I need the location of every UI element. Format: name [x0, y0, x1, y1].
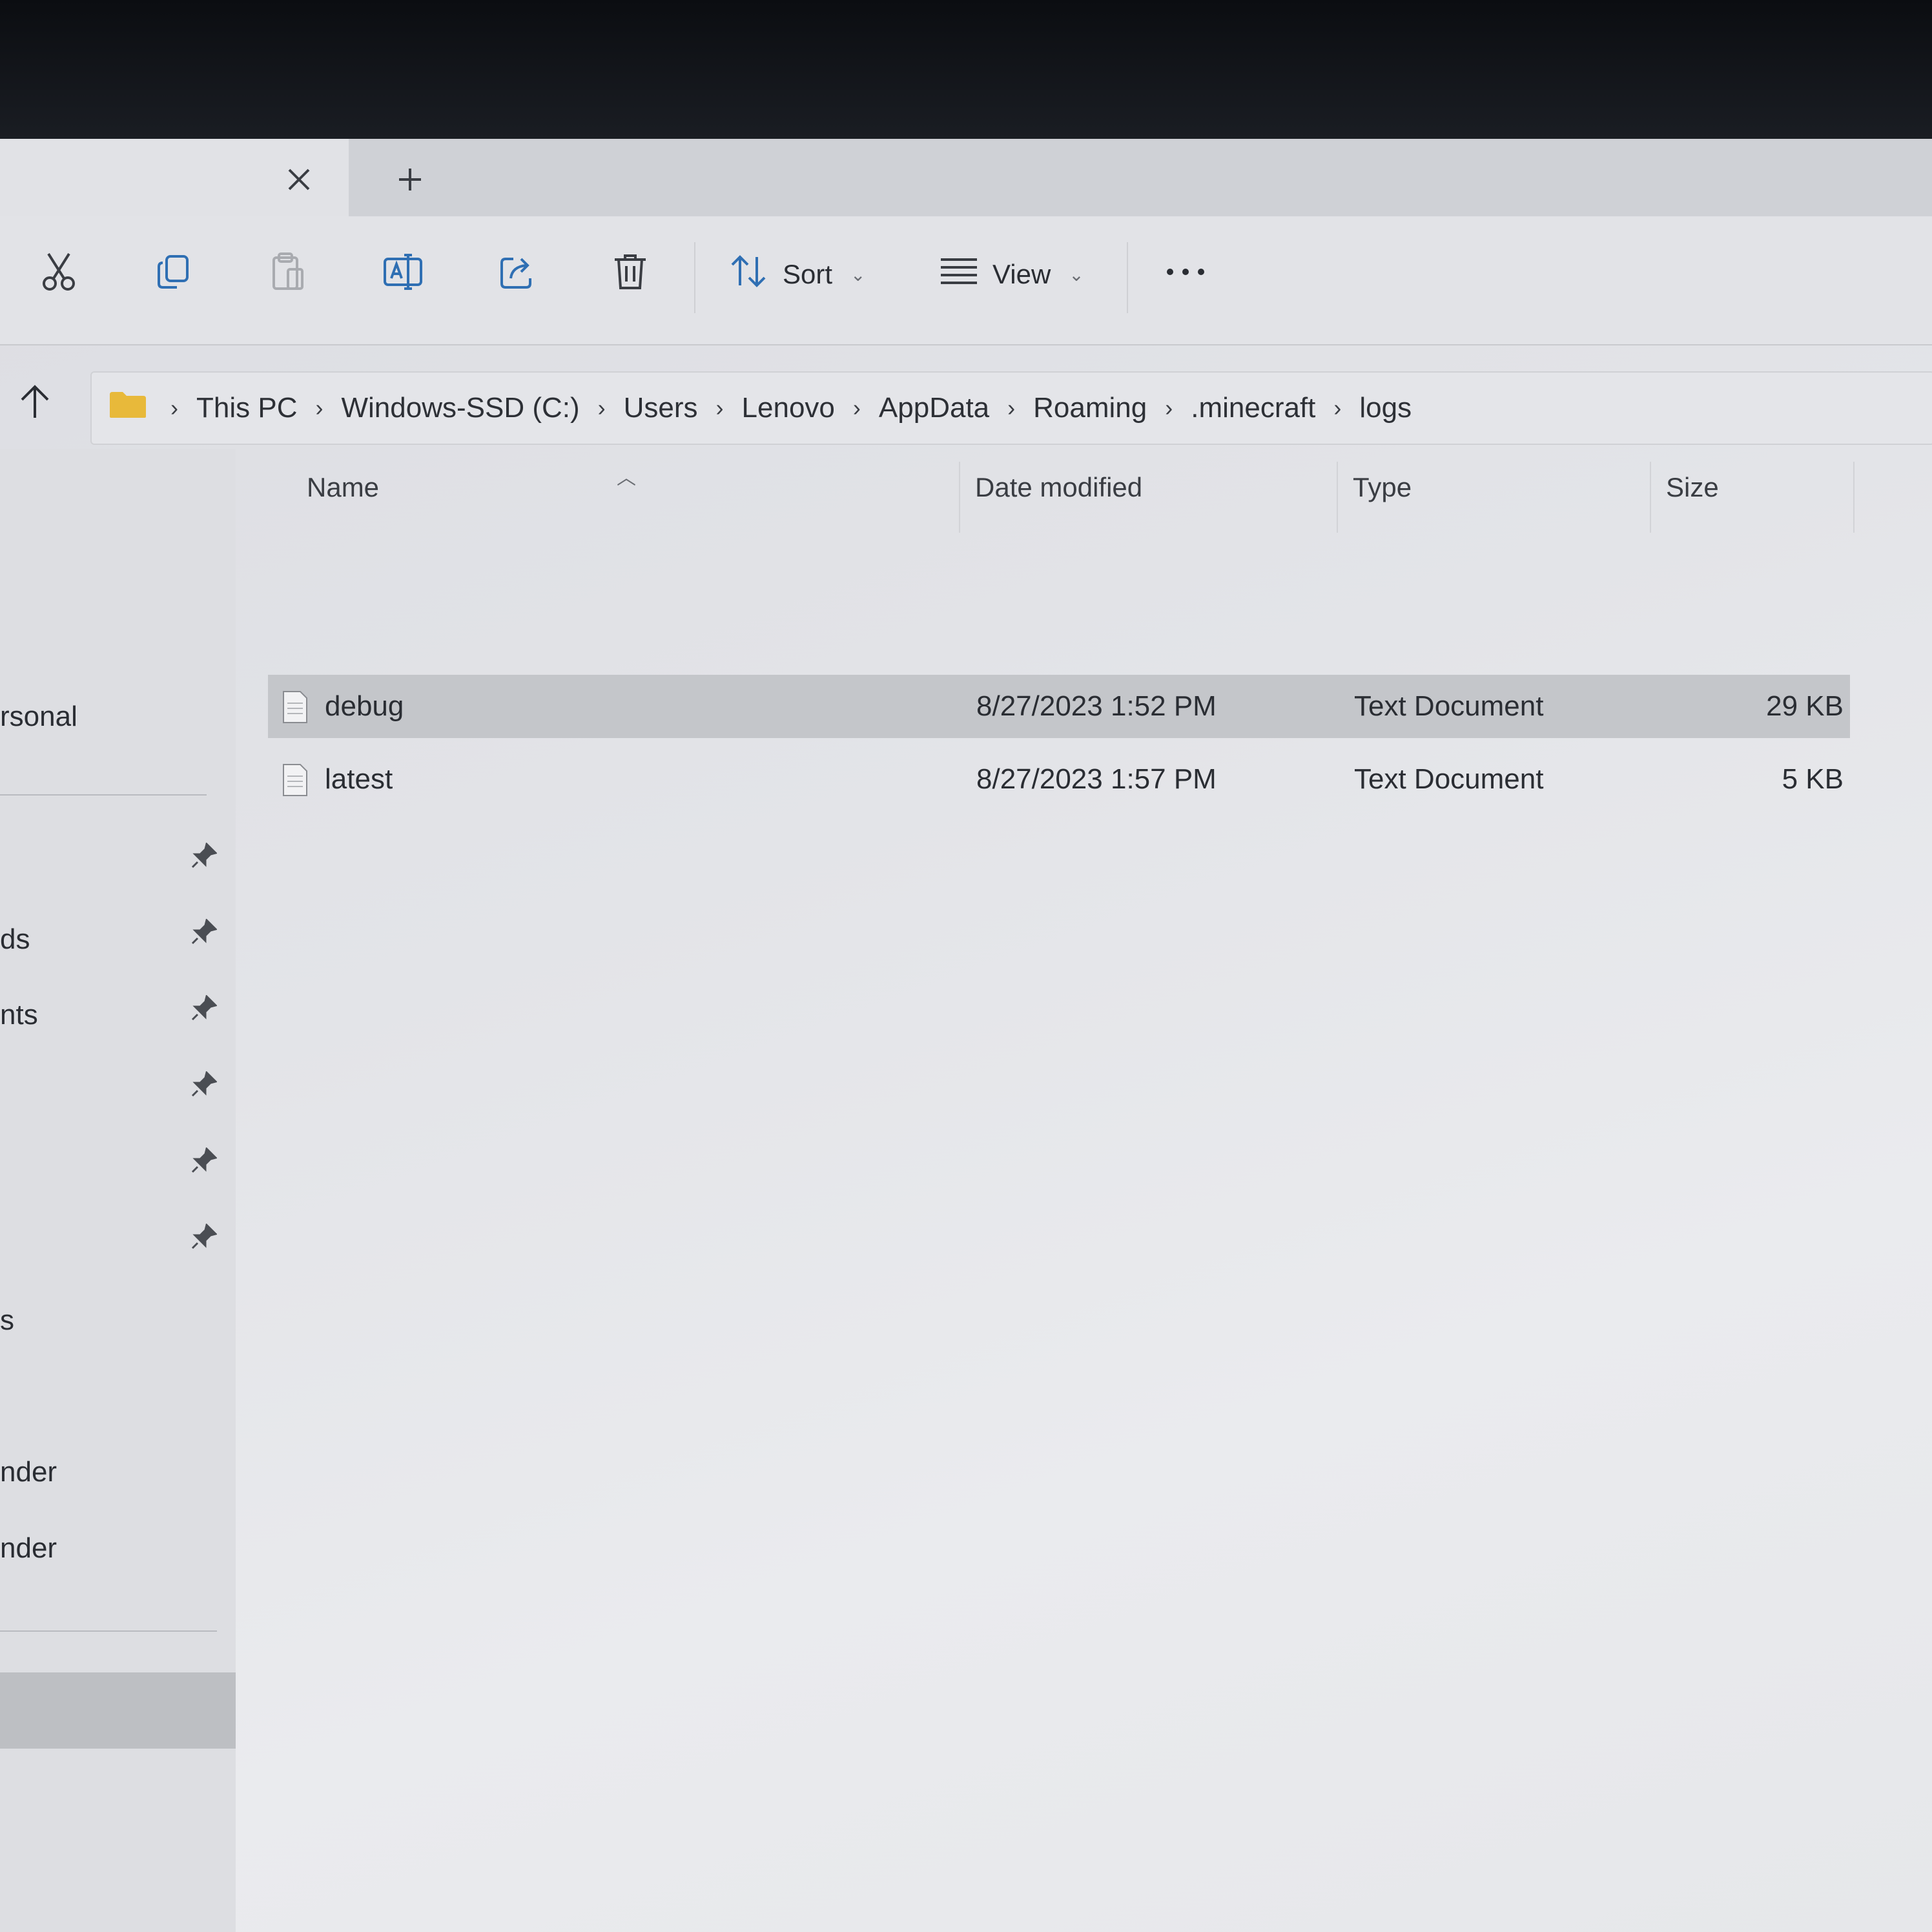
breadcrumb-separator[interactable]: ›: [704, 395, 735, 422]
tab-strip: [0, 139, 1932, 216]
chevron-down-icon: ⌄: [1069, 264, 1084, 285]
breadcrumb: › This PC › Windows-SSD (C:) › Users › L…: [108, 373, 1418, 444]
close-icon[interactable]: [284, 165, 314, 194]
sidebar-item-downloads[interactable]: ds: [0, 923, 30, 956]
breadcrumb-appdata[interactable]: AppData: [872, 392, 996, 424]
column-header-size[interactable]: Size: [1666, 449, 1719, 526]
cut-button[interactable]: [36, 250, 82, 296]
column-divider[interactable]: [1337, 462, 1338, 533]
chevron-down-icon: ⌄: [850, 264, 866, 285]
file-name[interactable]: latest: [325, 748, 393, 811]
active-tab[interactable]: [0, 139, 349, 216]
breadcrumb-separator[interactable]: ›: [1322, 395, 1353, 422]
view-label: View: [992, 259, 1051, 289]
folder-icon: [108, 391, 147, 426]
sidebar-divider: [0, 794, 207, 796]
more-options-button[interactable]: [1162, 250, 1209, 296]
breadcrumb-drive[interactable]: Windows-SSD (C:): [334, 392, 586, 424]
breadcrumb-minecraft[interactable]: .minecraft: [1184, 392, 1322, 424]
delete-button[interactable]: [607, 250, 653, 296]
pin-icon[interactable]: [191, 994, 218, 1021]
view-button[interactable]: View ⌄: [940, 249, 1084, 300]
breadcrumb-separator[interactable]: ›: [586, 395, 617, 422]
column-header-date[interactable]: Date modified: [975, 449, 1142, 526]
breadcrumb-separator[interactable]: ›: [996, 395, 1027, 422]
more-icon: [1165, 267, 1206, 280]
up-arrow-icon[interactable]: [15, 383, 61, 428]
breadcrumb-users[interactable]: Users: [617, 392, 704, 424]
pin-icon[interactable]: [191, 1147, 218, 1173]
breadcrumb-separator[interactable]: ›: [1153, 395, 1184, 422]
address-bar[interactable]: › This PC › Windows-SSD (C:) › Users › L…: [90, 371, 1932, 445]
file-explorer-window: Sort ⌄ View ⌄ › This PC › Windows-SSD (C…: [0, 139, 1932, 1932]
paste-button[interactable]: [265, 250, 311, 296]
sidebar-item-selected[interactable]: [0, 1672, 236, 1749]
rename-icon: [382, 252, 424, 294]
copy-button[interactable]: [150, 250, 196, 296]
pin-icon[interactable]: [191, 918, 218, 945]
file-type: Text Document: [1354, 690, 1544, 722]
copy-icon: [154, 252, 192, 294]
sidebar-item-s[interactable]: s: [0, 1304, 14, 1337]
pin-icon[interactable]: [191, 1223, 218, 1249]
share-icon: [498, 252, 537, 294]
sort-icon: [730, 254, 768, 294]
file-size: 5 KB: [1782, 763, 1844, 795]
sort-label: Sort: [783, 259, 833, 289]
share-button[interactable]: [494, 250, 540, 296]
sidebar-item-documents[interactable]: nts: [0, 999, 38, 1031]
file-name[interactable]: debug: [325, 675, 404, 738]
table-row[interactable]: debug 8/27/2023 1:52 PM Text Document 29…: [268, 675, 1850, 738]
breadcrumb-separator: ›: [170, 395, 178, 421]
file-list: ︿ Name Date modified Type Size debug 8/2…: [268, 449, 1856, 1740]
toolbar-divider: [1127, 242, 1128, 313]
breadcrumb-this-pc[interactable]: This PC: [190, 392, 303, 424]
sidebar-item-personal[interactable]: rsonal: [0, 701, 77, 733]
text-file-icon: [282, 763, 308, 797]
toolbar-divider: [694, 242, 695, 313]
breadcrumb-separator[interactable]: ›: [841, 395, 872, 422]
text-file-icon: [282, 690, 308, 724]
command-bar: Sort ⌄ View ⌄: [0, 216, 1932, 345]
pin-icon[interactable]: [191, 842, 218, 868]
column-divider[interactable]: [1650, 462, 1651, 533]
sidebar-divider: [0, 1630, 217, 1632]
rename-button[interactable]: [380, 250, 426, 296]
file-type: Text Document: [1354, 763, 1544, 795]
pin-icon[interactable]: [191, 1071, 218, 1097]
breadcrumb-logs[interactable]: logs: [1353, 392, 1418, 424]
table-row[interactable]: latest 8/27/2023 1:57 PM Text Document 5…: [268, 748, 1850, 811]
sidebar-item-folder-1[interactable]: nder: [0, 1456, 57, 1488]
breadcrumb-roaming[interactable]: Roaming: [1027, 392, 1153, 424]
sort-ascending-icon: ︿: [617, 468, 636, 489]
column-header-name[interactable]: Name: [307, 449, 379, 526]
file-size: 29 KB: [1766, 690, 1844, 722]
sort-button[interactable]: Sort ⌄: [730, 249, 866, 300]
column-header-type[interactable]: Type: [1353, 449, 1412, 526]
file-date: 8/27/2023 1:57 PM: [976, 763, 1217, 795]
screen-bezel: [0, 0, 1932, 139]
sidebar-item-folder-2[interactable]: nder: [0, 1532, 57, 1565]
breadcrumb-lenovo[interactable]: Lenovo: [735, 392, 841, 424]
column-divider[interactable]: [1853, 462, 1855, 533]
plus-icon[interactable]: [395, 165, 425, 194]
delete-icon: [612, 252, 648, 295]
file-date: 8/27/2023 1:52 PM: [976, 690, 1217, 722]
navigation-pane: rsonal ds nts s nder nder: [0, 449, 236, 1932]
breadcrumb-separator[interactable]: ›: [303, 395, 334, 422]
cut-icon: [39, 251, 78, 296]
view-icon: [940, 257, 978, 292]
address-row: › This PC › Windows-SSD (C:) › Users › L…: [0, 358, 1932, 449]
column-divider[interactable]: [959, 462, 960, 533]
paste-icon: [269, 251, 307, 296]
